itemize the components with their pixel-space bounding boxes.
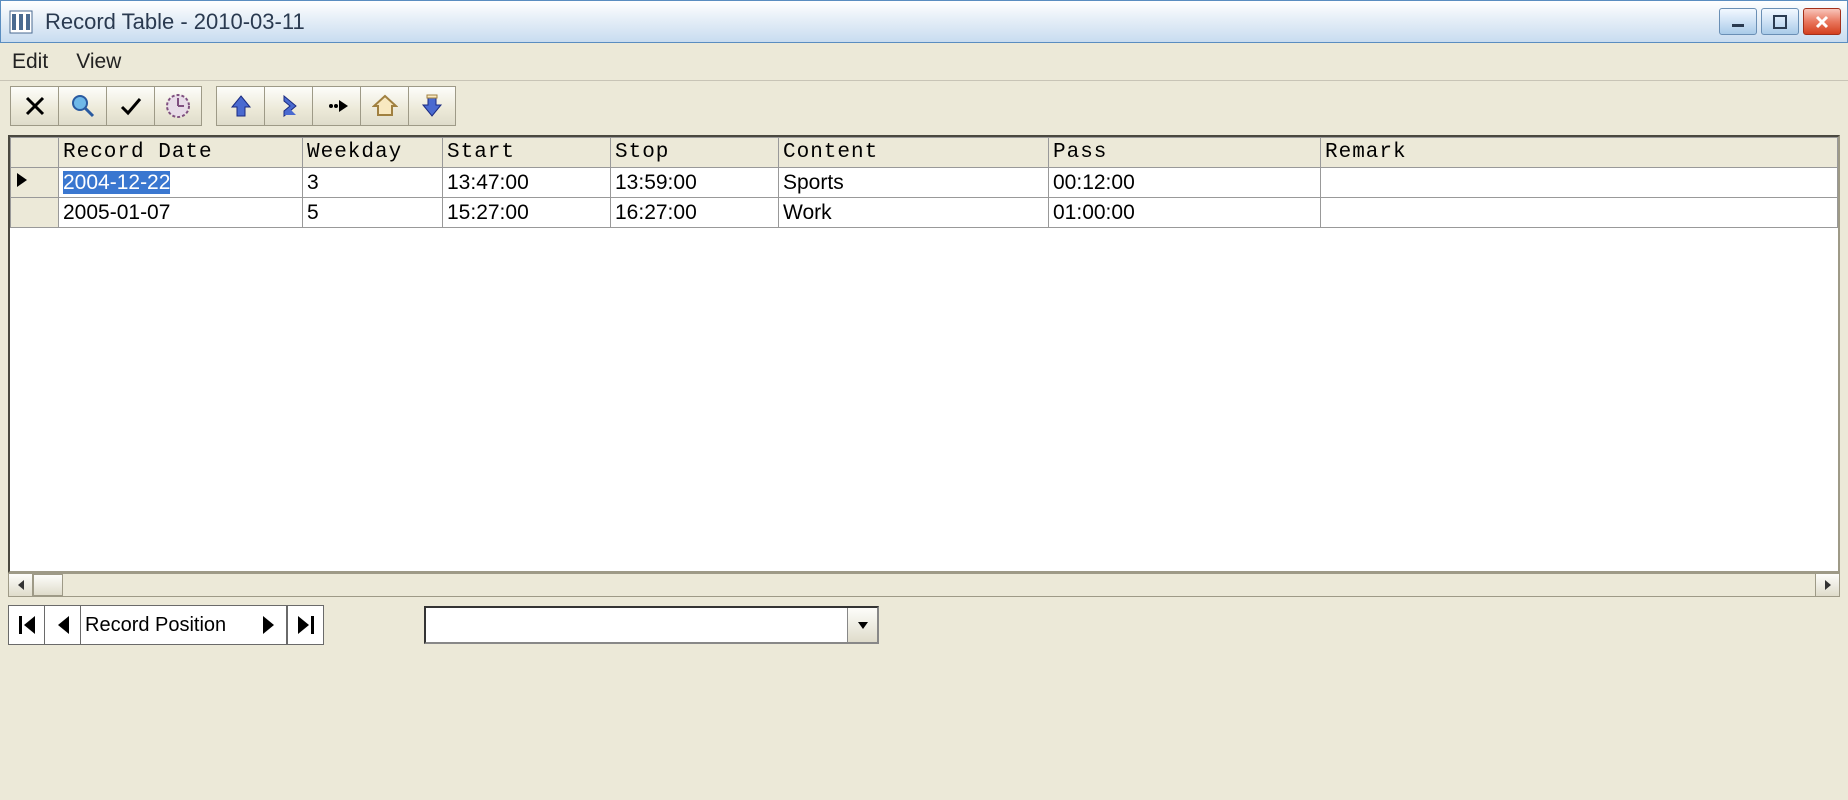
col-start[interactable]: Start [443, 138, 611, 168]
table-container: Record Date Weekday Start Stop Content P… [8, 135, 1840, 573]
footer-combo[interactable] [424, 606, 879, 644]
menu-bar: Edit View [0, 43, 1848, 81]
nav-position-label: Record Position [81, 614, 251, 637]
current-row-icon [15, 171, 29, 189]
combo-dropdown-button[interactable] [847, 608, 877, 642]
cell-pass[interactable]: 01:00:00 [1049, 198, 1321, 228]
col-remark[interactable]: Remark [1321, 138, 1838, 168]
cell-stop[interactable]: 16:27:00 [611, 198, 779, 228]
cell-pass[interactable]: 00:12:00 [1049, 168, 1321, 198]
check-button[interactable] [106, 86, 154, 126]
download-button[interactable] [408, 86, 456, 126]
combo-input[interactable] [426, 608, 847, 642]
window-title: Record Table - 2010-03-11 [45, 9, 1719, 35]
close-button[interactable] [1803, 8, 1841, 35]
toolbar-group-1 [10, 86, 202, 126]
col-stop[interactable]: Stop [611, 138, 779, 168]
menu-view[interactable]: View [76, 50, 121, 74]
row-indicator [11, 198, 59, 228]
maximize-button[interactable] [1761, 8, 1799, 35]
cell-content[interactable]: Sports [779, 168, 1049, 198]
cell-content[interactable]: Work [779, 198, 1049, 228]
clock-button[interactable] [154, 86, 202, 126]
cell-remark[interactable] [1321, 168, 1838, 198]
row-indicator [11, 168, 59, 198]
minimize-button[interactable] [1719, 8, 1757, 35]
col-record-date[interactable]: Record Date [59, 138, 303, 168]
cell-start[interactable]: 15:27:00 [443, 198, 611, 228]
nav-prev-button[interactable] [45, 606, 81, 644]
col-pass[interactable]: Pass [1049, 138, 1321, 168]
chevron-down-icon [856, 620, 870, 630]
record-table[interactable]: Record Date Weekday Start Stop Content P… [10, 137, 1838, 228]
table-header-row: Record Date Weekday Start Stop Content P… [11, 138, 1838, 168]
cell-remark[interactable] [1321, 198, 1838, 228]
cell-weekday[interactable]: 3 [303, 168, 443, 198]
horizontal-scrollbar[interactable] [8, 573, 1840, 597]
cell-record-date[interactable]: 2004-12-22 [59, 168, 303, 198]
nav-next-button[interactable] [251, 606, 287, 644]
scroll-thumb[interactable] [33, 574, 63, 596]
home-button[interactable] [360, 86, 408, 126]
delete-button[interactable] [10, 86, 58, 126]
col-content[interactable]: Content [779, 138, 1049, 168]
search-button[interactable] [58, 86, 106, 126]
menu-edit[interactable]: Edit [12, 50, 48, 74]
cell-value: 2004-12-22 [63, 171, 170, 194]
nav-last-button[interactable] [287, 606, 323, 644]
toolbar [0, 81, 1848, 131]
footer-bar: Record Position [8, 603, 1840, 647]
next-down-button[interactable] [264, 86, 312, 126]
table-row[interactable]: 2004-12-22 3 13:47:00 13:59:00 Sports 00… [11, 168, 1838, 198]
cell-record-date[interactable]: 2005-01-07 [59, 198, 303, 228]
row-header-corner [11, 138, 59, 168]
scroll-right-button[interactable] [1815, 574, 1839, 596]
cell-stop[interactable]: 13:59:00 [611, 168, 779, 198]
col-weekday[interactable]: Weekday [303, 138, 443, 168]
cell-start[interactable]: 13:47:00 [443, 168, 611, 198]
scroll-left-button[interactable] [9, 574, 33, 596]
title-bar: Record Table - 2010-03-11 [0, 0, 1848, 43]
table-row[interactable]: 2005-01-07 5 15:27:00 16:27:00 Work 01:0… [11, 198, 1838, 228]
window-controls [1719, 8, 1841, 35]
upload-button[interactable] [216, 86, 264, 126]
app-icon [7, 8, 35, 36]
toolbar-group-2 [216, 86, 456, 126]
record-navigator: Record Position [8, 605, 324, 645]
nav-first-button[interactable] [9, 606, 45, 644]
cell-weekday[interactable]: 5 [303, 198, 443, 228]
forward-button[interactable] [312, 86, 360, 126]
